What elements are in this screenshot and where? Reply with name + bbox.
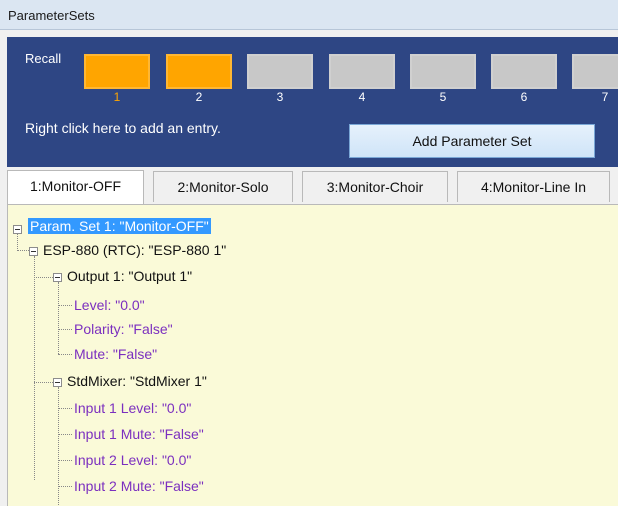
recall-slot-number: 1	[113, 90, 121, 104]
tab-monitor-off[interactable]: 1:Monitor-OFF	[7, 170, 144, 204]
window-title: ParameterSets	[8, 8, 95, 23]
recall-slot-number: 2	[195, 90, 203, 104]
collapse-icon[interactable]	[29, 247, 38, 256]
title-bar: ParameterSets	[0, 0, 618, 30]
tree-node-label: Param. Set 1: "Monitor-OFF"	[28, 218, 211, 234]
recall-slot-1[interactable]	[84, 54, 150, 89]
collapse-icon[interactable]	[53, 378, 62, 387]
tree-node-mixer[interactable]: StdMixer: "StdMixer 1"	[67, 371, 207, 391]
recall-slot-number: 6	[520, 90, 528, 104]
tree-node-param-set[interactable]: Param. Set 1: "Monitor-OFF"	[28, 216, 211, 236]
add-parameter-set-button[interactable]: Add Parameter Set	[349, 124, 595, 158]
tree-leaf-param[interactable]: Level: "0.0"	[74, 295, 145, 315]
tree-node-output[interactable]: Output 1: "Output 1"	[67, 266, 192, 286]
recall-slot-number: 4	[358, 90, 366, 104]
recall-slot-number: 7	[601, 90, 609, 104]
recall-label: Recall	[25, 51, 62, 66]
tree-leaf-param[interactable]: Input 2 Level: "0.0"	[74, 450, 191, 470]
recall-slot-2[interactable]	[166, 54, 232, 89]
tab-monitor-solo[interactable]: 2:Monitor-Solo	[153, 171, 293, 202]
tab-strip: 1:Monitor-OFF 2:Monitor-Solo 3:Monitor-C…	[7, 170, 618, 204]
collapse-icon[interactable]	[53, 273, 62, 282]
tree-leaf-param[interactable]: Mute: "False"	[74, 344, 157, 364]
recall-slot-7[interactable]	[572, 54, 618, 89]
parameter-tree[interactable]: Param. Set 1: "Monitor-OFF" ESP-880 (RTC…	[7, 204, 618, 506]
add-entry-hint: Right click here to add an entry.	[25, 120, 221, 136]
recall-slot-number: 3	[276, 90, 284, 104]
tree-leaf-param[interactable]: Input 2 Mute: "False"	[74, 476, 204, 496]
recall-slot-6[interactable]	[491, 54, 557, 89]
collapse-icon[interactable]	[13, 225, 22, 234]
recall-slot-3[interactable]	[247, 54, 313, 89]
tree-node-device[interactable]: ESP-880 (RTC): "ESP-880 1"	[43, 240, 226, 260]
tree-leaf-param[interactable]: Input 1 Level: "0.0"	[74, 398, 191, 418]
recall-slot-5[interactable]	[410, 54, 476, 89]
tab-monitor-choir[interactable]: 3:Monitor-Choir	[302, 171, 448, 202]
recall-slot-number: 5	[439, 90, 447, 104]
tree-leaf-param[interactable]: Input 1 Mute: "False"	[74, 424, 204, 444]
tab-monitor-line-in[interactable]: 4:Monitor-Line In	[457, 171, 610, 202]
recall-slot-4[interactable]	[329, 54, 395, 89]
tree-leaf-param[interactable]: Polarity: "False"	[74, 319, 173, 339]
